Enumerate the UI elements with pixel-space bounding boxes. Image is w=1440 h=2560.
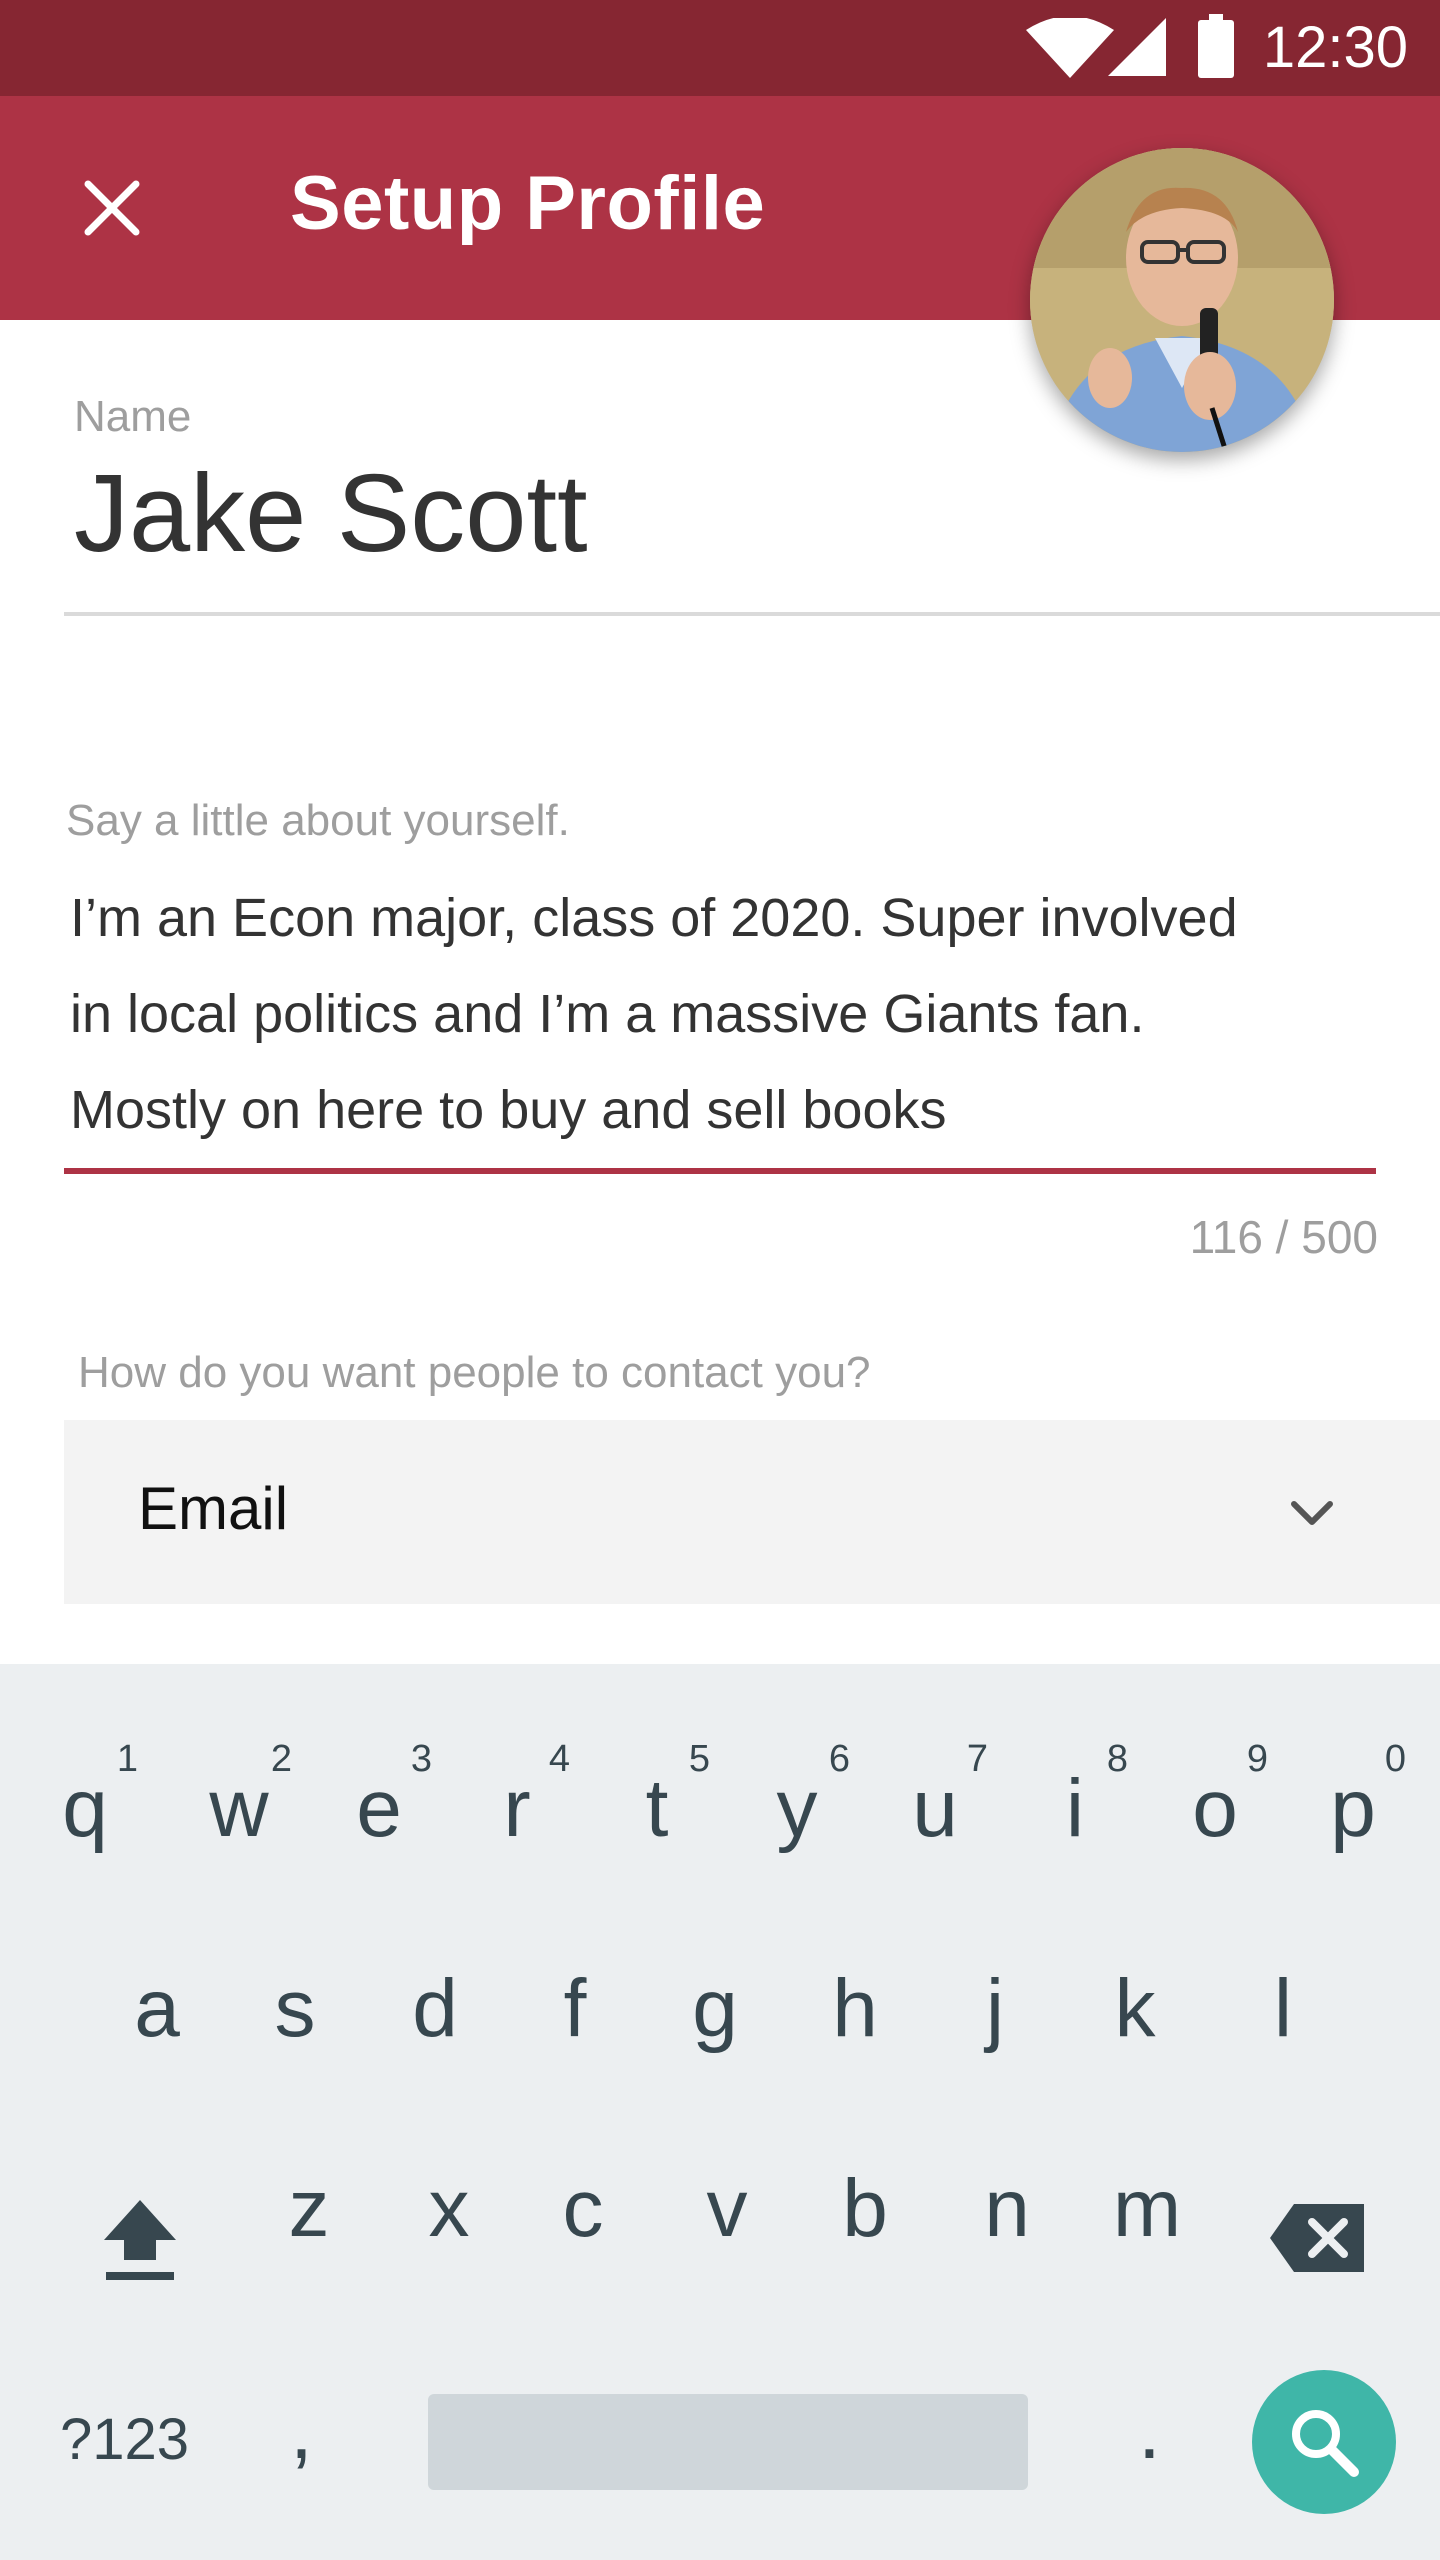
key-w[interactable]: w2 xyxy=(174,1738,304,1914)
contact-method-value: Email xyxy=(138,1475,289,1542)
search-key[interactable] xyxy=(1252,2370,1396,2514)
key-d[interactable]: d xyxy=(370,1944,500,2114)
wifi-icon xyxy=(1026,18,1114,78)
period-key[interactable]: . xyxy=(1138,2384,1161,2478)
bio-textarea[interactable]: I’m an Econ major, class of 2020. Super … xyxy=(70,870,1370,1158)
key-s[interactable]: s xyxy=(230,1944,360,2114)
search-icon xyxy=(1292,2410,1359,2477)
bio-line: in local politics and I’m a massive Gian… xyxy=(70,984,1145,1044)
name-field[interactable]: Jake Scott xyxy=(74,450,588,577)
status-bar: 12:30 xyxy=(0,0,1440,96)
key-r[interactable]: r4 xyxy=(452,1738,582,1914)
space-key[interactable] xyxy=(428,2394,1028,2490)
bio-character-counter: 116 / 500 xyxy=(1189,1211,1378,1263)
key-p[interactable]: p0 xyxy=(1288,1738,1418,1914)
key-n[interactable]: n xyxy=(942,2144,1072,2314)
key-c[interactable]: c xyxy=(518,2144,648,2314)
key-j[interactable]: j xyxy=(930,1944,1060,2114)
key-o[interactable]: o9 xyxy=(1150,1738,1280,1914)
battery-icon xyxy=(1198,14,1234,78)
backspace-key[interactable] xyxy=(1268,2202,1368,2274)
key-k[interactable]: k xyxy=(1070,1944,1200,2114)
key-l[interactable]: l xyxy=(1218,1944,1348,2114)
contact-label: How do you want people to contact you? xyxy=(78,1348,871,1397)
key-v[interactable]: v xyxy=(662,2144,792,2314)
contact-method-select[interactable]: Email xyxy=(64,1420,1440,1604)
key-q[interactable]: q1 xyxy=(20,1738,150,1914)
key-b[interactable]: b xyxy=(800,2144,930,2314)
status-time: 12:30 xyxy=(1262,15,1408,80)
soft-keyboard: q1 w2 e3 r4 t5 y6 u7 i8 o9 p0 a s d f g … xyxy=(0,1664,1440,2560)
chevron-down-icon xyxy=(1291,1501,1333,1525)
key-g[interactable]: g xyxy=(650,1944,780,2114)
close-icon xyxy=(84,180,140,236)
profile-photo xyxy=(1030,148,1334,452)
key-x[interactable]: x xyxy=(384,2144,514,2314)
key-y[interactable]: y6 xyxy=(732,1738,862,1914)
key-u[interactable]: u7 xyxy=(870,1738,1000,1914)
bio-line: Mostly on here to buy and sell books xyxy=(70,1080,947,1140)
shift-key[interactable] xyxy=(100,2194,180,2284)
key-f[interactable]: f xyxy=(510,1944,640,2114)
key-t[interactable]: t5 xyxy=(592,1738,722,1914)
key-e[interactable]: e3 xyxy=(314,1738,444,1914)
key-z[interactable]: z xyxy=(244,2144,374,2314)
key-a[interactable]: a xyxy=(92,1944,222,2114)
profile-avatar[interactable] xyxy=(1030,148,1334,452)
comma-key[interactable]: , xyxy=(290,2384,313,2478)
bio-field-underline xyxy=(64,1168,1376,1174)
key-h[interactable]: h xyxy=(790,1944,920,2114)
name-label: Name xyxy=(74,392,192,441)
bio-label: Say a little about yourself. xyxy=(66,796,570,845)
symbols-key[interactable]: ?123 xyxy=(60,2406,189,2473)
cell-signal-icon xyxy=(1108,18,1166,76)
close-button[interactable] xyxy=(60,156,164,260)
page-title: Setup Profile xyxy=(290,161,766,246)
key-i[interactable]: i8 xyxy=(1010,1738,1140,1914)
name-field-underline xyxy=(64,612,1440,616)
key-m[interactable]: m xyxy=(1082,2144,1212,2314)
bio-line: I’m an Econ major, class of 2020. Super … xyxy=(70,888,1238,948)
